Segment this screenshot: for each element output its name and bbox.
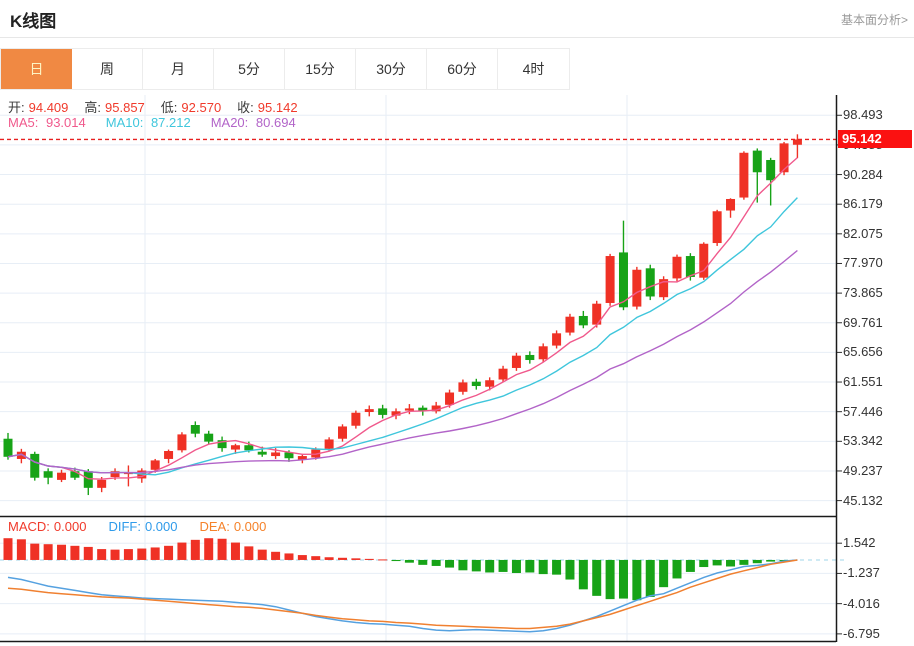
macd-value: MACD: 0.000	[8, 519, 87, 534]
y-axis-label: 45.132	[843, 492, 883, 508]
tab-30min[interactable]: 30分	[356, 49, 427, 89]
y-axis-label: 73.865	[843, 285, 883, 301]
y-axis-label: 53.342	[843, 433, 883, 449]
kline-widget: 开: 94.409 高: 95.857 低: 92.570 收: 95.142 MA5: 93…	[0, 0, 914, 646]
tab-4hour[interactable]: 4时	[498, 49, 569, 89]
ma20-label: MA20: 80.694	[210, 115, 296, 130]
y-axis-label: -6.795	[843, 625, 880, 641]
ohlc-info: 开: 94.409 高: 95.857 低: 92.570 收: 95.142	[8, 97, 314, 116]
header: K线图 基本面分析>	[0, 0, 914, 38]
ma10-label: MA10: 87.212	[105, 115, 191, 130]
fundamental-analysis-link[interactable]: 基本面分析>	[841, 11, 908, 28]
open-value: 94.409	[28, 100, 69, 115]
y-axis-label: 77.970	[843, 255, 883, 271]
close-label: 收:	[237, 100, 254, 115]
y-axis-label: 98.493	[843, 107, 883, 123]
high-value: 95.857	[105, 100, 145, 115]
y-axis-label: -1.237	[843, 565, 880, 581]
y-axis-label: 49.237	[843, 462, 883, 478]
diff-value: DIFF: 0.000	[108, 519, 178, 534]
y-axis-label: 90.284	[843, 166, 883, 182]
low-label: 低:	[160, 100, 178, 115]
close-value: 95.142	[257, 100, 298, 115]
page-title: K线图	[10, 12, 57, 31]
tab-60min[interactable]: 60分	[427, 49, 498, 89]
tab-week[interactable]: 周	[72, 49, 143, 89]
period-tabs: 日 周 月 5分 15分 30分 60分 4时	[0, 48, 570, 90]
y-axis-label: -4.016	[843, 595, 880, 611]
tab-5min[interactable]: 5分	[214, 49, 285, 89]
macd-info: MACD: 0.000 DIFF: 0.000 DEA: 0.000	[8, 519, 274, 534]
y-axis-label: 65.656	[843, 344, 883, 360]
tab-15min[interactable]: 15分	[285, 49, 356, 89]
y-axis-label: 86.179	[843, 196, 883, 212]
open-label: 开:	[8, 100, 25, 115]
y-axis-label: 61.551	[843, 374, 883, 390]
y-axis-label: 1.542	[843, 535, 876, 551]
tab-month[interactable]: 月	[143, 49, 214, 89]
y-axis-label: 82.075	[843, 225, 883, 241]
y-axis-label: 69.761	[843, 314, 883, 330]
current-price-badge: 95.142	[838, 130, 912, 149]
low-value: 92.570	[181, 100, 222, 115]
ma5-label: MA5: 93.014	[8, 115, 86, 130]
high-label: 高:	[84, 100, 102, 115]
dea-value: DEA: 0.000	[199, 519, 267, 534]
tab-day[interactable]: 日	[1, 49, 72, 89]
chart-area: 开: 94.409 高: 95.857 低: 92.570 收: 95.142 MA5: 93…	[0, 0, 914, 646]
ma-info: MA5: 93.014 MA10: 87.212 MA20: 80.694	[8, 115, 304, 130]
y-axis-label: 57.446	[843, 403, 883, 419]
